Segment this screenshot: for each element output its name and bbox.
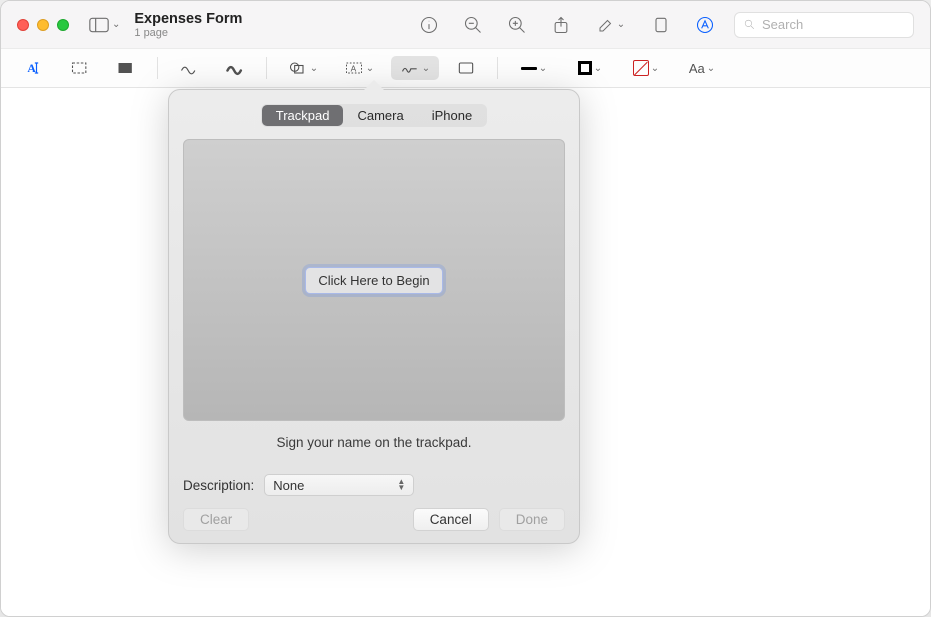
signature-pad[interactable]: Click Here to Begin: [183, 139, 565, 421]
text-tool[interactable]: A⌄: [335, 56, 383, 80]
done-button[interactable]: Done: [499, 508, 565, 531]
markup-toolbar: A ⌄ A⌄ ⌄ ⌄ ⌄ ⌄ Aa⌄: [1, 49, 930, 88]
signature-instruction: Sign your name on the trackpad.: [183, 435, 565, 450]
window-controls: [17, 19, 69, 31]
zoom-window-button[interactable]: [57, 19, 69, 31]
svg-text:A: A: [350, 63, 356, 73]
rotate-button[interactable]: [650, 14, 672, 36]
sketch-tool[interactable]: [170, 56, 208, 80]
search-placeholder: Search: [762, 17, 803, 32]
markup-toggle-button[interactable]: [694, 14, 716, 36]
popover-arrow: [364, 80, 384, 90]
chevron-down-icon: ⌄: [422, 63, 430, 74]
chevron-down-icon: ⌄: [617, 19, 625, 30]
cancel-button[interactable]: Cancel: [413, 508, 489, 531]
minimize-window-button[interactable]: [37, 19, 49, 31]
description-label: Description:: [183, 478, 254, 493]
title-block: Expenses Form 1 page: [134, 11, 242, 39]
zoom-out-button[interactable]: [462, 14, 484, 36]
border-color-button[interactable]: ⌄: [566, 56, 614, 80]
draw-tool[interactable]: [216, 56, 254, 80]
sign-tool[interactable]: ⌄: [391, 56, 439, 80]
note-tool[interactable]: [447, 56, 485, 80]
inspector-button[interactable]: [418, 14, 440, 36]
select-arrows-icon: ▲▼: [397, 479, 405, 491]
chevron-down-icon: ⌄: [651, 63, 659, 74]
shapes-tool[interactable]: ⌄: [279, 56, 327, 80]
signature-source-tabs: Trackpad Camera iPhone: [183, 104, 565, 127]
chevron-down-icon: ⌄: [366, 63, 374, 74]
sidebar-icon: [89, 17, 109, 33]
signature-popover: Trackpad Camera iPhone Click Here to Beg…: [168, 89, 580, 544]
highlight-button[interactable]: ⌄: [594, 14, 628, 36]
preview-window: ⌄ Expenses Form 1 page ⌄ Search A ⌄: [0, 0, 931, 617]
text-style-button[interactable]: Aa⌄: [678, 56, 726, 80]
sidebar-toggle-button[interactable]: ⌄: [89, 17, 120, 33]
tab-trackpad[interactable]: Trackpad: [262, 105, 344, 126]
shape-style-button[interactable]: ⌄: [510, 56, 558, 80]
document-subtitle: 1 page: [134, 27, 242, 39]
close-window-button[interactable]: [17, 19, 29, 31]
chevron-down-icon: ⌄: [594, 63, 602, 74]
chevron-down-icon: ⌄: [112, 19, 120, 30]
toolbar-view-group: ⌄: [418, 14, 716, 36]
document-title: Expenses Form: [134, 11, 242, 27]
titlebar: ⌄ Expenses Form 1 page ⌄ Search: [1, 1, 930, 49]
share-button[interactable]: [550, 14, 572, 36]
search-icon: [743, 18, 756, 31]
fill-color-button[interactable]: ⌄: [622, 56, 670, 80]
description-select[interactable]: None ▲▼: [264, 474, 414, 496]
rectangle-select-tool[interactable]: [61, 56, 99, 80]
zoom-in-button[interactable]: [506, 14, 528, 36]
text-select-tool[interactable]: A: [15, 56, 53, 80]
search-field[interactable]: Search: [734, 12, 914, 38]
tab-camera[interactable]: Camera: [343, 105, 417, 126]
chevron-down-icon: ⌄: [539, 63, 547, 74]
begin-signature-button[interactable]: Click Here to Begin: [305, 267, 442, 294]
redact-tool[interactable]: [107, 56, 145, 80]
tab-iphone[interactable]: iPhone: [418, 105, 486, 126]
description-value: None: [273, 478, 304, 493]
clear-button[interactable]: Clear: [183, 508, 249, 531]
chevron-down-icon: ⌄: [707, 63, 715, 74]
chevron-down-icon: ⌄: [310, 63, 318, 74]
